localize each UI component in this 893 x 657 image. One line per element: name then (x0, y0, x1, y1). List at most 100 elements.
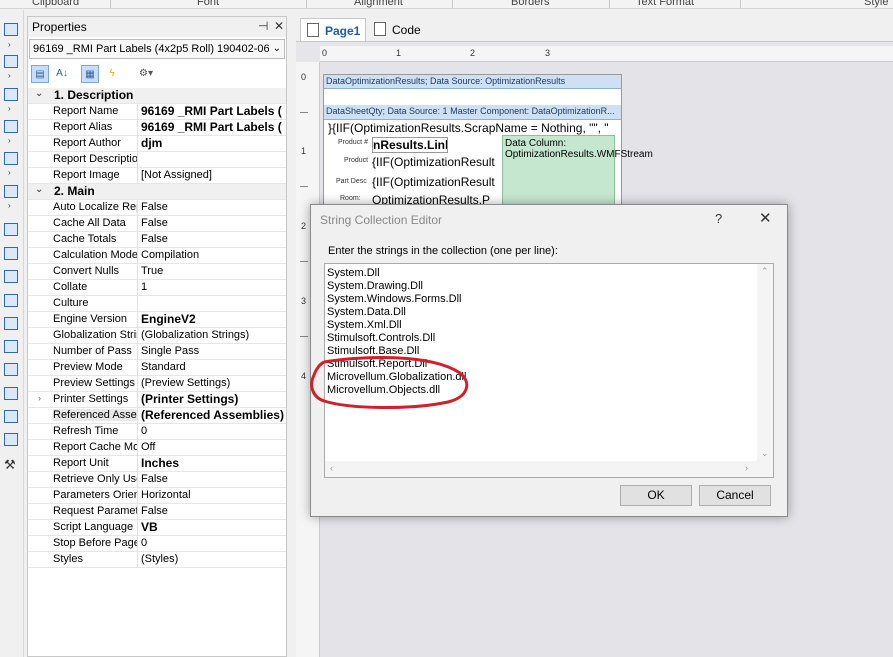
property-row[interactable]: Retrieve Only Used False (28, 472, 286, 488)
cross-band-tool-icon[interactable] (4, 55, 18, 68)
collapse-icon[interactable]: ⌄ (35, 184, 43, 195)
property-value[interactable]: Compilation (141, 249, 286, 261)
property-row[interactable]: Auto Localize Reports False (28, 200, 286, 216)
expand-arrow-icon[interactable]: › (8, 137, 14, 145)
property-value[interactable]: False (141, 233, 286, 245)
expand-arrow-icon[interactable]: › (8, 41, 14, 49)
property-row[interactable]: Report Alias 96169 _RMI Part Labels ( (28, 120, 286, 136)
help-icon[interactable]: ? (715, 211, 722, 226)
property-value[interactable]: Single Pass (141, 345, 286, 357)
property-row[interactable]: Stop Before Page 0 (28, 536, 286, 552)
close-icon[interactable]: ✕ (759, 209, 772, 227)
property-row[interactable]: Refresh Time 0 (28, 424, 286, 440)
list-tool-icon[interactable] (4, 387, 18, 400)
properties-view-icon[interactable]: ▦ (81, 65, 99, 83)
page-tool-icon[interactable] (4, 223, 18, 236)
property-row[interactable]: Report Author djm (28, 136, 286, 152)
close-icon[interactable]: ✕ (274, 19, 284, 33)
property-value[interactable]: (Preview Settings) (141, 377, 286, 389)
property-value[interactable]: False (141, 505, 286, 517)
band-tool-icon[interactable] (4, 23, 18, 36)
cancel-button[interactable]: Cancel (699, 485, 771, 506)
property-value[interactable]: djm (141, 136, 286, 150)
horizontal-scrollbar[interactable]: ‹ › (325, 461, 773, 477)
shape-tool-icon[interactable] (4, 152, 18, 165)
property-value[interactable]: Inches (141, 456, 286, 470)
expand-arrow-icon[interactable]: › (8, 202, 14, 210)
expand-arrow-icon[interactable]: › (38, 393, 41, 403)
text-iif-expression-1[interactable]: {IIF(OptimizationResult (372, 155, 502, 169)
property-value[interactable]: Standard (141, 361, 286, 373)
property-value[interactable]: 0 (141, 537, 286, 549)
expand-arrow-icon[interactable]: › (8, 72, 14, 80)
property-value[interactable]: Horizontal (141, 489, 286, 501)
scroll-left-icon[interactable]: ‹ (330, 463, 333, 473)
property-row[interactable]: Globalization Strings (Globalization Stri… (28, 328, 286, 344)
property-value[interactable]: [Not Assigned] (141, 169, 286, 181)
property-row[interactable]: Preview Settings (Preview Settings) (28, 376, 286, 392)
property-row[interactable]: Calculation Mode Compilation (28, 248, 286, 264)
property-value[interactable]: 96169 _RMI Part Labels ( (141, 120, 286, 134)
property-row[interactable]: Number of Pass Single Pass (28, 344, 286, 360)
band-data-optimization[interactable]: DataOptimizationResults; Data Source: Op… (324, 75, 621, 89)
expand-arrow-icon[interactable]: › (8, 105, 14, 113)
property-row[interactable]: Styles (Styles) (28, 552, 286, 568)
pin-icon[interactable]: ⊣ (258, 19, 268, 33)
property-value[interactable]: 1 (141, 281, 286, 293)
property-value[interactable]: True (141, 265, 286, 277)
object-selector-dropdown[interactable]: 96169 _RMI Part Labels (4x2p5 Roll) 1904… (29, 39, 285, 59)
chart-tool-icon[interactable] (4, 433, 18, 446)
property-value[interactable]: False (141, 201, 286, 213)
scroll-up-icon[interactable]: ⌃ (761, 266, 769, 277)
property-row[interactable]: Convert Nulls True (28, 264, 286, 280)
scroll-right-icon[interactable]: › (745, 463, 748, 473)
container-tool-icon[interactable] (4, 340, 18, 353)
property-row[interactable]: Engine Version EngineV2 (28, 312, 286, 328)
collapse-icon[interactable]: ⌄ (35, 88, 43, 99)
property-value[interactable]: 0 (141, 425, 286, 437)
property-row[interactable]: Cache All Data False (28, 216, 286, 232)
property-value[interactable]: (Printer Settings) (141, 392, 286, 406)
text-link-expression[interactable]: nResults.Linkl (372, 137, 448, 153)
property-row[interactable]: Script Language VB (28, 520, 286, 536)
events-lightning-icon[interactable]: ϟ (103, 65, 121, 83)
property-row[interactable]: Preview Mode Standard (28, 360, 286, 376)
text-expression-scrap[interactable]: }{IIF(OptimizationResults.ScrapName = No… (328, 121, 620, 135)
alphabetical-sort-icon[interactable]: A↓ (53, 65, 71, 83)
property-row[interactable]: › Printer Settings (Printer Settings) (28, 392, 286, 408)
property-value[interactable]: (Referenced Assemblies) (141, 408, 286, 422)
property-value[interactable]: EngineV2 (141, 312, 286, 326)
property-row[interactable]: Report Cache Mode Off (28, 440, 286, 456)
property-value[interactable]: Off (141, 441, 286, 453)
property-value[interactable]: (Globalization Strings) (141, 329, 286, 341)
panel-tool-icon[interactable] (4, 317, 18, 330)
text-iif-expression-2[interactable]: {IIF(OptimizationResult (372, 175, 502, 189)
property-category[interactable]: ⌄ 1. Description (28, 88, 286, 104)
image-tool-icon[interactable] (4, 410, 18, 423)
settings-gear-icon[interactable]: ⚙▾ (133, 65, 159, 83)
scroll-down-icon[interactable]: ⌄ (761, 448, 769, 459)
property-row[interactable]: Referenced Assemblies (Referenced Assembl… (28, 408, 286, 424)
property-row[interactable]: Culture (28, 296, 286, 312)
property-value[interactable]: (Styles) (141, 553, 286, 565)
tab-page1[interactable]: Page1 (300, 18, 366, 41)
property-row[interactable]: Cache Totals False (28, 232, 286, 248)
report-page[interactable]: DataOptimizationResults; Data Source: Op… (323, 74, 653, 225)
property-category[interactable]: ⌄ 2. Main (28, 184, 286, 200)
tools-icon[interactable]: ⚒ (4, 457, 18, 472)
property-row[interactable]: Report Name 96169 _RMI Part Labels ( (28, 104, 286, 120)
ok-button[interactable]: OK (620, 485, 692, 506)
property-value[interactable]: False (141, 473, 286, 485)
expand-arrow-icon[interactable]: › (8, 169, 14, 177)
property-row[interactable]: Collate 1 (28, 280, 286, 296)
component-tool-icon[interactable] (4, 185, 18, 198)
band-datasheet[interactable]: DataSheetQty; Data Source: 1 Master Comp… (324, 105, 621, 120)
tab-code[interactable]: Code (368, 18, 426, 41)
property-row[interactable]: Parameters Orientation Horizontal (28, 488, 286, 504)
rich-text-tool-icon[interactable] (4, 270, 18, 283)
vertical-scrollbar[interactable]: ⌃ ⌄ (757, 264, 773, 461)
property-value[interactable]: VB (141, 520, 286, 534)
property-value[interactable]: False (141, 217, 286, 229)
data-band-tool-icon[interactable] (4, 88, 18, 101)
categorized-view-icon[interactable]: ▤ (31, 65, 49, 83)
